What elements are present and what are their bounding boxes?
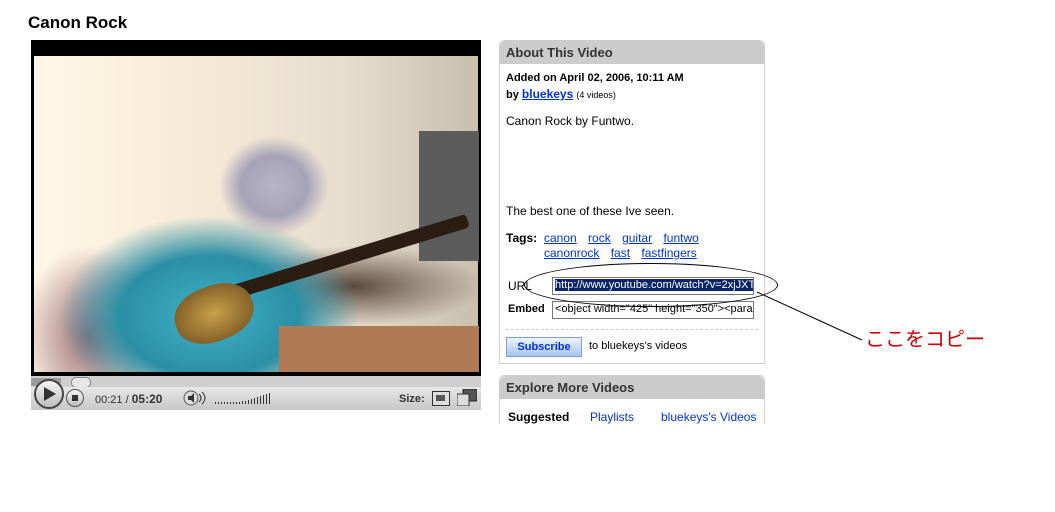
time-separator: / [125,394,129,406]
tag-link[interactable]: fastfingers [641,246,696,260]
author-link[interactable]: bluekeys [522,87,573,101]
tag-link[interactable]: guitar [622,231,652,245]
divider [506,329,758,330]
subscribe-text: to bluekeys's videos [589,340,688,352]
video-scene-amp [419,131,479,261]
play-button[interactable] [34,379,64,409]
size-label: Size: [399,393,425,405]
normal-size-icon [436,395,445,401]
video-count: (4 videos) [576,90,616,100]
tag-link[interactable]: rock [588,231,611,245]
time-display: 00:21 / 05:20 [95,392,162,406]
description-line-2: The best one of these Ive seen. [506,204,675,218]
tab-user-videos[interactable]: bluekeys's Videos [661,410,756,424]
player-controls: 00:21 / 05:20 Size: [31,379,481,410]
embed-label: Embed [508,303,545,315]
volume-icon[interactable] [183,389,211,407]
video-player[interactable]: 00:21 / 05:20 Size: [31,40,481,410]
total-time: 05:20 [131,392,163,406]
tags-list: canon rock guitar funtwo canonrock fast … [544,231,714,261]
tab-suggested[interactable]: Suggested [508,410,569,424]
tag-link[interactable]: fast [611,246,630,260]
tags-label: Tags: [506,231,538,245]
subscribe-button[interactable]: Subscribe [506,337,582,357]
about-header: About This Video [500,41,764,64]
video-scene-desk [279,326,479,372]
page-title: Canon Rock [28,13,128,32]
added-date: Added on April 02, 2006, 10:11 AM [506,72,684,84]
author-line: by bluekeys (4 videos) [506,87,616,101]
explore-header: Explore More Videos [500,376,764,399]
explore-panel: Explore More Videos Suggested Playlists … [499,375,765,424]
progress-bar[interactable] [31,376,481,388]
tag-link[interactable]: canonrock [544,246,599,260]
about-panel: About This Video Added on April 02, 2006… [499,40,765,364]
normal-size-button[interactable] [432,391,450,406]
description-line-1: Canon Rock by Funtwo. [506,114,635,128]
stop-icon [72,395,78,401]
by-label: by [506,89,519,101]
callout-ellipse [524,263,778,307]
play-icon [44,387,56,401]
tab-playlists[interactable]: Playlists [590,410,634,424]
fullscreen-button[interactable] [457,389,477,406]
tag-link[interactable]: funtwo [663,231,698,245]
tag-link[interactable]: canon [544,231,577,245]
volume-slider[interactable] [215,389,275,407]
stop-button[interactable] [66,389,84,407]
callout-text: ここをコピー [865,329,985,351]
video-frame[interactable] [34,56,479,372]
current-time: 00:21 [95,394,123,406]
